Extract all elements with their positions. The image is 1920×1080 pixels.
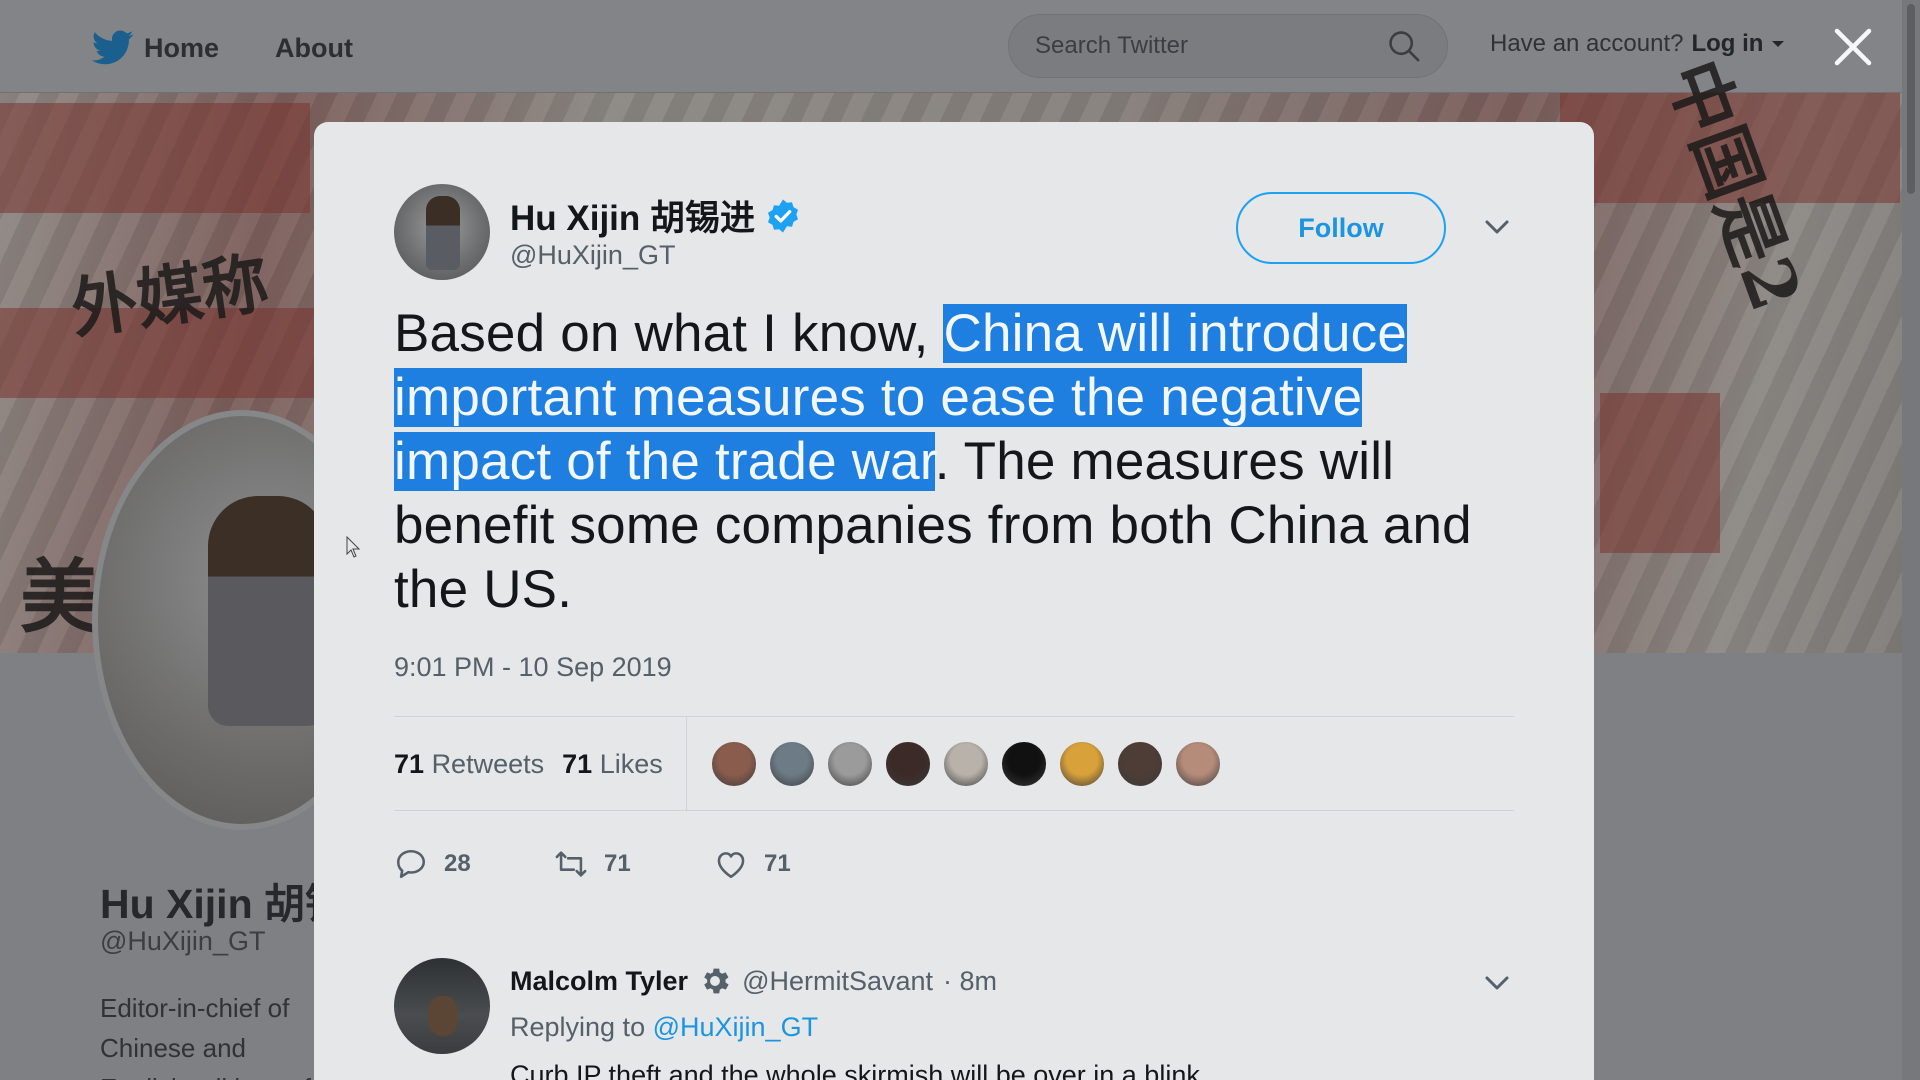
caret-down-icon[interactable] [1771,39,1785,49]
reply-icon [396,849,426,879]
divider [686,718,687,810]
replying-to-label: Replying to [510,1012,646,1042]
likes-label: Likes [599,748,663,779]
author-name: Hu Xijin 胡锡进 [510,199,756,238]
like-action[interactable]: 71 [714,847,874,881]
liker-avatar[interactable] [1174,740,1222,788]
search-input[interactable] [1035,32,1387,60]
twitter-bird-icon [92,30,134,65]
follow-button[interactable]: Follow [1236,192,1446,264]
divider [394,716,1514,717]
page-scrollbar[interactable] [1902,0,1920,1080]
reply-options-chevron-icon[interactable] [1482,968,1512,998]
tweet-timestamp[interactable]: 9:01 PM - 10 Sep 2019 [394,652,672,683]
retweet-action[interactable]: 71 [554,847,714,881]
nav-about[interactable]: About [275,30,353,66]
profile-handle: @HuXijin_GT [100,926,266,956]
search-box [1008,14,1448,78]
retweets-stat[interactable]: 71 Retweets [394,749,544,780]
liker-avatar[interactable] [1116,740,1164,788]
retweet-icon [555,851,587,877]
replying-to-mention[interactable]: @HuXijin_GT [653,1012,818,1042]
nav-about-label: About [275,32,353,63]
liker-avatar[interactable] [710,740,758,788]
reply-author-avatar[interactable] [394,958,490,1054]
reply-time[interactable]: · 8m [943,966,997,997]
reply-text: Curb IP theft and the whole skirmish wil… [510,1060,1208,1080]
retweet-count: 71 [604,850,631,877]
reply-header: Malcolm Tyler @HermitSavant · 8m [510,964,997,998]
liker-avatar[interactable] [884,740,932,788]
liker-avatar[interactable] [826,740,874,788]
reply-action[interactable]: 28 [394,847,554,881]
verified-badge-icon [768,199,799,232]
retweets-label: Retweets [431,748,545,779]
replying-to-line: Replying to @HuXijin_GT [510,1012,818,1043]
tweet-options-chevron-icon[interactable] [1482,212,1512,242]
heart-icon [717,852,745,879]
search-icon[interactable] [1387,29,1421,63]
reply-author-handle[interactable]: @HermitSavant [742,966,933,997]
nav-home-label: Home [144,32,220,63]
close-icon [1834,28,1872,66]
profile-bio: Editor-in-chief of Chinese and English e… [100,993,311,1080]
author-handle[interactable]: @HuXijin_GT [510,240,675,271]
close-modal-button[interactable] [1826,22,1880,76]
tweet-stats: 71 Retweets 71 Likes [394,718,684,810]
tweet-text: Based on what I know, China will introdu… [394,302,1534,622]
tweet-modal: Hu Xijin 胡锡进 @HuXijin_GT Follow Based on… [314,122,1594,1080]
liker-avatar[interactable] [768,740,816,788]
divider [394,810,1514,811]
like-count: 71 [764,850,791,877]
likes-count: 71 [562,748,593,779]
liker-avatar[interactable] [1000,740,1048,788]
top-navigation-bar: Home About Have an account? Log in [0,0,1920,93]
scrollbar-thumb[interactable] [1907,4,1915,194]
liker-avatars [710,740,1222,788]
retweets-count: 71 [394,748,425,779]
tweet-text-before: Based on what I know, [394,304,944,363]
reply-count: 28 [444,850,471,877]
likes-stat[interactable]: 71 Likes [562,749,663,780]
author-avatar[interactable] [394,184,490,280]
tweet-actions: 28 71 71 [394,834,874,894]
liker-avatar[interactable] [942,740,990,788]
reply-author-name[interactable]: Malcolm Tyler [510,966,688,997]
nav-home[interactable]: Home [92,30,219,66]
gear-icon [704,968,729,994]
author-name-row[interactable]: Hu Xijin 胡锡进 [510,190,801,241]
liker-avatar[interactable] [1058,740,1106,788]
profile-name: Hu Xijin 胡锡进 [100,881,315,927]
mouse-cursor-icon [346,536,360,558]
have-account-text: Have an account? [1490,30,1684,57]
